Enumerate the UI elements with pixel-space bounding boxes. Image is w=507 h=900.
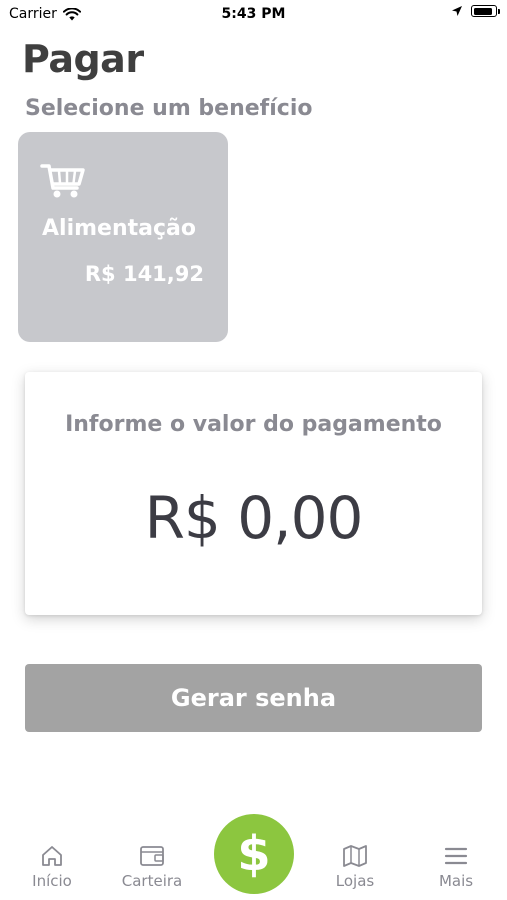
tab-inicio[interactable]: Início [7,844,97,890]
battery-icon [471,5,500,17]
generate-password-button[interactable]: Gerar senha [25,664,482,732]
tab-label: Mais [438,872,474,890]
benefit-section-label: Selecione um benefício [25,96,313,121]
tab-carteira[interactable]: Carteira [107,844,197,890]
status-indicators [451,5,500,17]
tab-mais[interactable]: Mais [411,844,501,890]
menu-icon [444,847,468,865]
tab-label: Carteira [121,872,183,890]
pay-button[interactable]: $ [214,814,294,894]
wallet-icon [140,846,164,866]
payment-prompt: Informe o valor do pagamento [65,412,442,437]
benefit-balance: R$ 141,92 [84,262,204,286]
tab-label: Lojas [335,872,375,890]
home-icon [42,846,62,866]
tab-lojas[interactable]: Lojas [310,844,400,890]
bottom-tab-bar: Início Carteira $ Lojas Mais [0,800,507,900]
page-title: Pagar [22,37,144,81]
payment-amount-input[interactable]: R$ 0,00 [25,484,482,552]
location-arrow-icon [452,6,462,16]
map-icon [343,845,367,867]
status-bar: Carrier 5:43 PM [0,0,507,30]
battery-level [473,7,492,15]
shopping-cart-icon [40,164,85,198]
benefit-card-alimentacao[interactable]: Alimentação R$ 141,92 [18,132,228,342]
benefit-name: Alimentação [42,216,196,241]
payment-amount-card: Informe o valor do pagamento R$ 0,00 [25,372,482,615]
dollar-icon: $ [237,826,271,882]
tab-label: Início [32,872,72,890]
clock: 5:43 PM [221,6,286,22]
